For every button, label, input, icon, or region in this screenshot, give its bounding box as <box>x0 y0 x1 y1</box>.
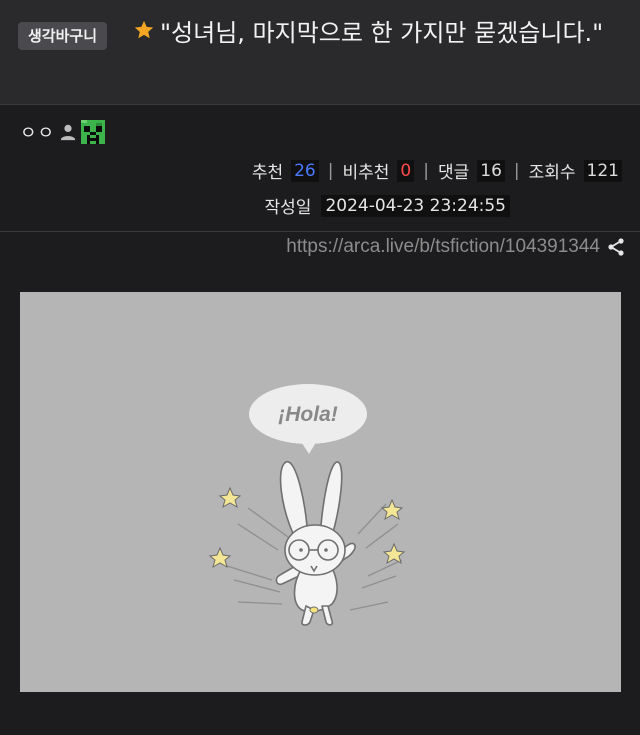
bunny-illustration: ¡Hola! <box>208 384 406 626</box>
stats-separator: | <box>423 160 429 181</box>
creeper-avatar-icon <box>81 120 106 144</box>
bunny-character <box>275 461 356 626</box>
post-date: 작성일 2024-04-23 23:24:55 <box>265 193 510 218</box>
comments-count: 16 <box>477 159 505 182</box>
category-badge[interactable]: 생각바구니 <box>18 22 108 50</box>
star-icon[interactable] <box>133 19 155 41</box>
stats-separator: | <box>513 160 520 181</box>
post-url-link[interactable]: https://arca.live/b/tsfiction/104391344 <box>286 236 600 258</box>
post-stats: 추천 26 | 비추천 0 | 댓글 16 | 조회수 121 <box>252 158 622 183</box>
divider <box>0 231 640 232</box>
author-name[interactable]: ㅇㅇ <box>20 119 55 145</box>
speech-bubble: ¡Hola! <box>249 384 367 454</box>
views-count: 121 <box>583 159 622 182</box>
bunny-tail <box>309 606 319 614</box>
views-label: 조회수 <box>528 163 576 183</box>
comments-label: 댓글 <box>437 163 470 183</box>
dislike-count: 0 <box>397 159 415 182</box>
author-info[interactable]: ㅇㅇ <box>20 118 106 146</box>
bubble-text: ¡Hola! <box>278 403 338 426</box>
share-icon[interactable] <box>606 237 626 257</box>
stats-separator: | <box>327 160 334 181</box>
post-header: "성녀님, 마지막으로 한 가지만 묻겠습니다." 생각바구니 <box>0 0 640 105</box>
post-title: "성녀님, 마지막으로 한 가지만 묻겠습니다." <box>160 19 604 47</box>
recommend-count: 26 <box>291 159 319 182</box>
dislike-label: 비추천 <box>342 163 390 183</box>
recommend-label: 추천 <box>251 163 284 183</box>
person-icon <box>60 124 76 141</box>
post-image[interactable]: ¡Hola! <box>20 292 621 692</box>
date-value: 2024-04-23 23:24:55 <box>321 194 510 217</box>
date-label: 작성일 <box>264 198 312 218</box>
post-url-row[interactable]: https://arca.live/b/tsfiction/104391344 <box>286 236 626 258</box>
